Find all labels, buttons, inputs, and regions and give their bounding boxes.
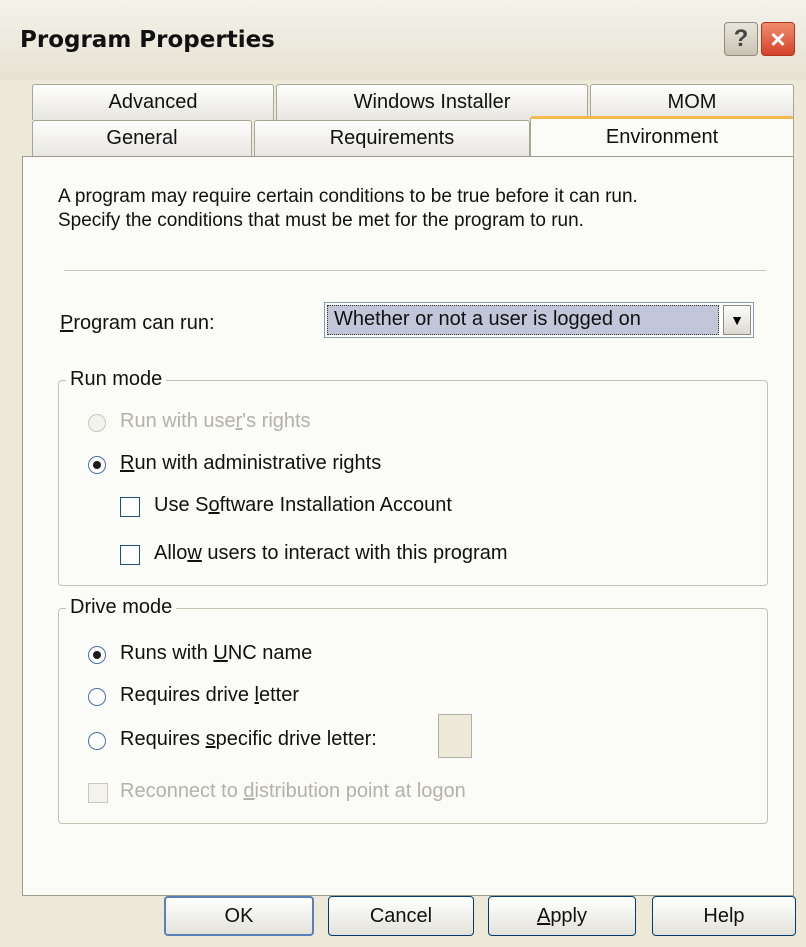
tab-requirements[interactable]: Requirements: [254, 120, 530, 156]
requires-specific-drive-letter-radio[interactable]: [88, 732, 106, 750]
run-with-admin-rights-radio[interactable]: [88, 456, 106, 474]
run-with-admin-rights-label: Run with administrative rights: [120, 452, 382, 474]
program-can-run-value: Whether or not a user is logged on: [327, 305, 719, 335]
requires-drive-letter-label: Requires drive letter: [120, 684, 299, 706]
use-software-installation-account-checkbox[interactable]: [120, 497, 140, 517]
runs-with-unc-name-label: Runs with UNC name: [120, 642, 313, 664]
requires-specific-drive-letter-label: Requires specific drive letter:: [120, 728, 377, 750]
tab-windows-installer[interactable]: Windows Installer: [276, 84, 588, 120]
runs-with-unc-name-radio[interactable]: [88, 646, 106, 664]
drive-letter-select[interactable]: [438, 714, 472, 758]
run-mode-legend: Run mode: [66, 368, 167, 391]
program-can-run-dropdown[interactable]: Whether or not a user is logged on ▼: [324, 302, 754, 338]
close-icon[interactable]: ×: [761, 22, 795, 56]
reconnect-distribution-point-checkbox[interactable]: [88, 783, 108, 803]
cancel-button[interactable]: Cancel: [328, 896, 474, 936]
run-with-user-rights-label: Run with user's rights: [120, 410, 311, 432]
allow-users-interact-checkbox[interactable]: [120, 545, 140, 565]
description-line-1: A program may require certain conditions…: [58, 186, 638, 207]
program-properties-dialog: Program Properties ? × Advanced Windows …: [0, 0, 806, 947]
tab-general[interactable]: General: [32, 120, 252, 156]
tab-advanced[interactable]: Advanced: [32, 84, 274, 120]
window-title: Program Properties: [20, 27, 275, 53]
use-software-installation-account-label: Use Software Installation Account: [154, 494, 452, 516]
drive-mode-legend: Drive mode: [66, 596, 177, 619]
title-bar[interactable]: Program Properties ? ×: [0, 0, 806, 80]
chevron-down-icon[interactable]: ▼: [723, 305, 751, 335]
help-button[interactable]: Help: [652, 896, 796, 936]
apply-button[interactable]: Apply: [488, 896, 636, 936]
help-icon[interactable]: ?: [724, 22, 758, 56]
tab-mom[interactable]: MOM: [590, 84, 794, 120]
ok-button[interactable]: OK: [164, 896, 314, 936]
requires-drive-letter-radio[interactable]: [88, 688, 106, 706]
reconnect-distribution-point-label: Reconnect to distribution point at logon: [120, 780, 466, 802]
description-text: A program may require certain conditions…: [58, 185, 778, 233]
program-can-run-label: Program can run:: [60, 312, 215, 334]
run-with-user-rights-radio[interactable]: [88, 414, 106, 432]
description-line-2: Specify the conditions that must be met …: [58, 210, 584, 231]
tab-environment[interactable]: Environment: [530, 116, 794, 156]
separator: [64, 270, 766, 272]
allow-users-interact-label: Allow users to interact with this progra…: [154, 542, 508, 564]
